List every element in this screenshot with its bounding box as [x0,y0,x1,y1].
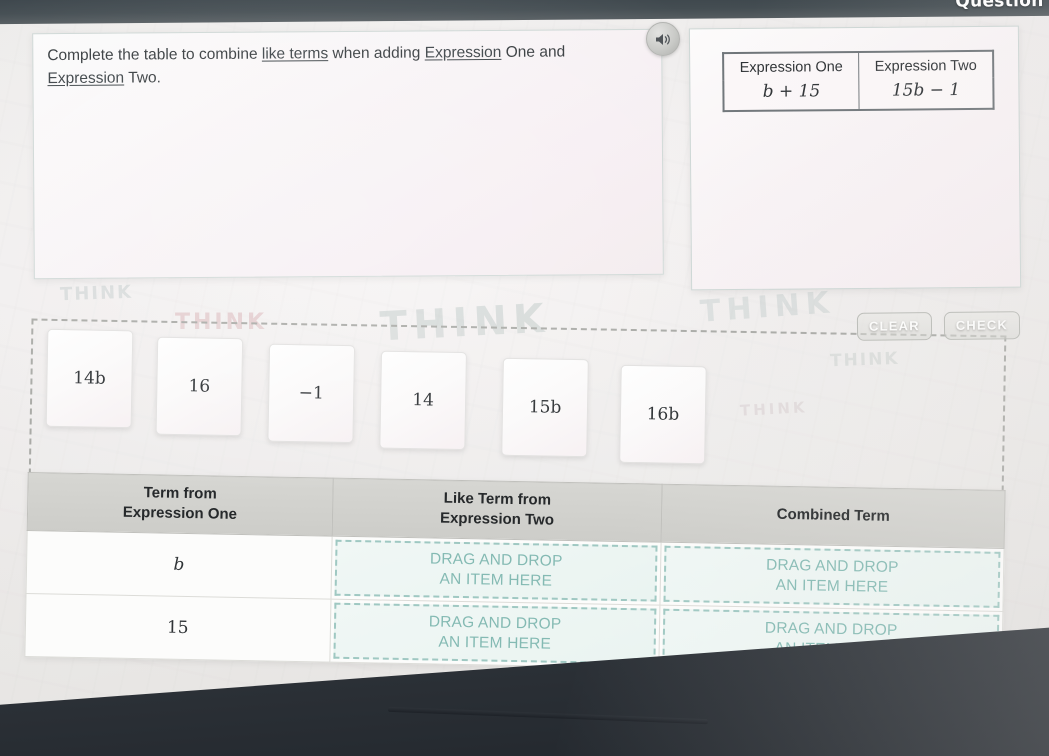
tile-label: 16b [646,404,680,425]
prompt-part-1: Complete the table to combine [47,45,262,65]
term-value: b [173,554,185,575]
column-header-term-from-expression-one: Term from Expression One [27,472,333,536]
check-button[interactable]: CHECK [943,311,1021,340]
clear-button[interactable]: CLEAR [856,312,932,341]
header-line-1: Combined Term [776,505,890,525]
like-term-cell[interactable]: DRAG AND DROP AN ITEM HERE [330,535,662,605]
column-header-combined-term: Combined Term [661,484,1006,548]
term-value: 15 [166,617,189,638]
dropzone-line-1: DRAG AND DROP [764,619,898,639]
expression-two-value: 15b − 1 [858,77,994,110]
tile-label: 14 [412,390,435,411]
audio-play-button[interactable] [646,22,680,56]
prompt-part-4: Two. [124,69,161,87]
draggable-tile[interactable]: −1 [267,343,356,444]
tile-label: −1 [298,383,324,404]
expression-table-header-row: Expression One Expression Two [723,50,994,81]
draggable-tile[interactable]: 14 [379,350,468,451]
tile-label: 15b [528,397,562,418]
dropzone-line-1: DRAG AND DROP [429,550,563,570]
draggable-tile[interactable]: 16 [155,336,244,437]
dropzone-combined-term-row-1[interactable]: DRAG AND DROP AN ITEM HERE [663,545,1001,608]
term-cell: 15 [24,593,331,662]
app-header-bar: Question 4 [0,0,1049,25]
dropzone-line-2: AN ITEM HERE [439,570,553,590]
expression-table: Expression One Expression Two b + 15 15b… [722,49,995,113]
question-number-label: Question 4 [955,0,1049,12]
draggable-tile[interactable]: 15b [501,357,589,458]
draggable-tile[interactable]: 16b [619,364,707,465]
speaker-icon [655,32,672,47]
dropzone-like-term-row-1[interactable]: DRAG AND DROP AN ITEM HERE [334,539,658,602]
ghost-word: THINK [698,285,837,330]
tile-label: 14b [73,368,106,389]
expression-two-header: Expression Two [858,50,994,79]
expression-link-one[interactable]: Expression [425,44,502,62]
prompt-card: Complete the table to combine like terms… [32,28,664,280]
expression-card: Expression One Expression Two b + 15 15b… [688,25,1022,291]
like-terms-link[interactable]: like terms [262,45,328,62]
expression-table-value-row: b + 15 15b − 1 [723,77,994,112]
prompt-part-2: when adding [328,44,425,63]
dropzone-line-1: DRAG AND DROP [765,556,899,576]
combined-term-cell[interactable]: DRAG AND DROP AN ITEM HERE [660,541,1005,611]
draggable-tile[interactable]: 14b [45,328,134,429]
tile-label: 16 [188,376,211,397]
header-line-2: Expression One [122,504,238,524]
dropzone-line-1: DRAG AND DROP [428,613,562,633]
like-term-cell[interactable]: DRAG AND DROP AN ITEM HERE [329,598,661,668]
screen-photo: THINK THINK THINK THINK THINK THINK Ques… [0,0,1049,756]
prompt-part-3: One and [501,43,566,61]
dropzone-line-2: AN ITEM HERE [775,576,889,596]
ghost-word: THINK [59,281,134,306]
term-cell: b [26,530,332,599]
expression-one-value: b + 15 [723,78,860,112]
expression-one-header: Expression One [723,51,859,81]
dropzone-line-2: AN ITEM HERE [438,633,552,653]
column-header-like-term-from-expression-two: Like Term from Expression Two [331,478,663,542]
dropzone-like-term-row-2[interactable]: DRAG AND DROP AN ITEM HERE [333,602,657,665]
action-button-row: CLEAR CHECK [856,311,1021,341]
prompt-text: Complete the table to combine like terms… [47,40,627,91]
expression-link-two[interactable]: Expression [47,70,124,88]
